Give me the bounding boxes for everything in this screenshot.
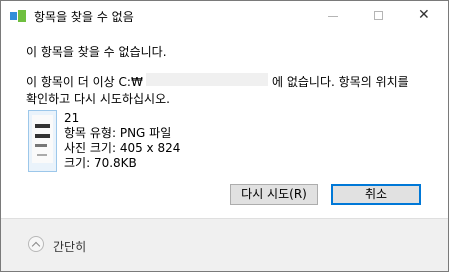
minimize-button[interactable] [310,1,356,31]
file-info: 21 항목 유형: PNG 파일 사진 크기: 405 x 824 크기: 70… [64,111,180,171]
maximize-button[interactable] [356,1,402,31]
chevron-up-icon[interactable] [28,236,44,252]
close-button[interactable]: ✕ [402,1,448,31]
collapse-details-link[interactable]: 간단히 [53,238,86,255]
file-thumbnail [28,110,57,172]
title-bar[interactable]: 항목을 찾을 수 없음 ✕ [1,1,448,31]
file-size: 크기: 70.8KB [64,156,137,170]
file-type: 항목 유형: PNG 파일 [64,126,172,140]
cancel-button[interactable]: 취소 [331,184,421,205]
path-line-prefix: 이 항목이 더 이상 C:₩ [26,75,143,89]
dialog-window: 항목을 찾을 수 없음 ✕ 이 항목을 찾을 수 없습니다. 이 항목이 더 이… [0,0,449,272]
error-headline: 이 항목을 찾을 수 없습니다. [26,45,167,59]
redacted-path [146,73,268,86]
file-name: 21 [64,111,80,125]
window-title: 항목을 찾을 수 없음 [34,10,134,24]
retry-button[interactable]: 다시 시도(R) [230,184,318,205]
footer: 간단히 [1,218,448,271]
retry-instruction: 확인하고 다시 시도하십시오. [26,92,170,106]
file-move-icon [10,10,26,22]
path-line-suffix: 에 없습니다. 항목의 위치를 [272,75,409,89]
file-dimensions: 사진 크기: 405 x 824 [64,141,181,155]
close-icon: ✕ [418,7,430,23]
maximize-icon [374,11,383,20]
minimize-icon [328,16,338,17]
